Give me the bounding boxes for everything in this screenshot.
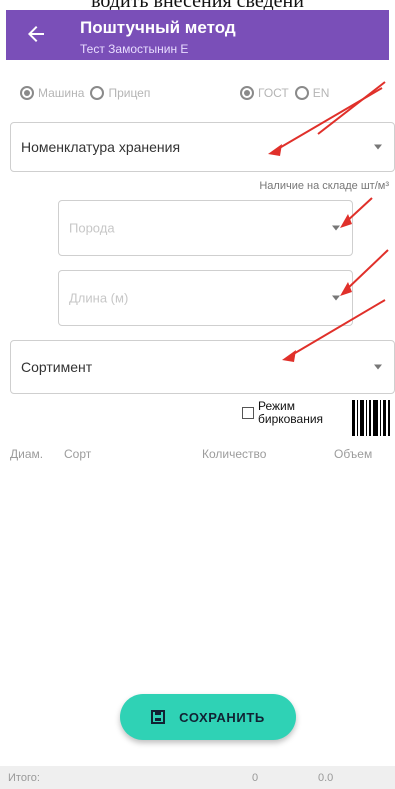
storage-nomenclature-select[interactable]: Номенклатура хранения bbox=[10, 122, 395, 172]
totals-footer: Итого: 0 0.0 bbox=[0, 766, 395, 789]
page-subtitle: Тест Замостынин Е bbox=[80, 42, 189, 56]
radio-machine-label[interactable]: Машина bbox=[38, 86, 84, 100]
totals-count: 0 bbox=[252, 772, 259, 784]
stock-availability-label: Наличие на складе шт/м³ bbox=[259, 180, 389, 192]
tagging-mode-toggle[interactable]: Режим биркования bbox=[242, 400, 323, 426]
standard-radio-group: ГОСТ EN bbox=[240, 86, 335, 100]
assortment-value: Сортимент bbox=[21, 359, 93, 375]
chevron-down-icon bbox=[374, 144, 382, 150]
radio-gost[interactable] bbox=[240, 86, 254, 100]
tagging-mode-label[interactable]: Режим биркования bbox=[258, 400, 323, 426]
radio-en-label[interactable]: EN bbox=[313, 86, 330, 100]
save-button[interactable]: СОХРАНИТЬ bbox=[120, 694, 296, 740]
radio-en[interactable] bbox=[294, 86, 309, 100]
page-title: Поштучный метод bbox=[80, 18, 236, 37]
length-placeholder: Длина (м) bbox=[69, 290, 129, 306]
radio-trailer[interactable] bbox=[90, 86, 105, 100]
save-icon bbox=[151, 710, 166, 724]
vehicle-radio-group: Машина Прицеп bbox=[20, 86, 156, 100]
chevron-down-icon bbox=[332, 225, 340, 231]
radio-gost-label[interactable]: ГОСТ bbox=[258, 86, 289, 100]
totals-label: Итого: bbox=[8, 772, 40, 784]
totals-volume: 0.0 bbox=[318, 772, 334, 784]
assortment-select[interactable]: Сортимент bbox=[10, 340, 395, 394]
app-bar: Поштучный метод Тест Замостынин Е bbox=[6, 10, 389, 60]
chevron-down-icon bbox=[374, 364, 382, 370]
species-placeholder: Порода bbox=[69, 220, 115, 236]
chevron-down-icon bbox=[332, 295, 340, 301]
column-header-volume: Объем bbox=[334, 447, 373, 461]
column-header-diameter: Диам. bbox=[10, 447, 44, 461]
tagging-mode-checkbox[interactable] bbox=[242, 407, 254, 419]
storage-nomenclature-value: Номенклатура хранения bbox=[21, 139, 181, 155]
save-button-label: СОХРАНИТЬ bbox=[179, 709, 265, 725]
column-header-grade: Сорт bbox=[64, 447, 92, 461]
cut-off-heading-text: водить внесения сведени bbox=[0, 0, 395, 10]
column-header-quantity: Количество bbox=[202, 447, 267, 461]
species-select[interactable]: Порода bbox=[58, 200, 353, 256]
barcode-scan-icon[interactable] bbox=[352, 400, 395, 436]
radio-machine[interactable] bbox=[20, 86, 34, 100]
back-arrow-icon[interactable] bbox=[24, 22, 48, 46]
radio-trailer-label[interactable]: Прицеп bbox=[108, 86, 150, 100]
length-select[interactable]: Длина (м) bbox=[58, 270, 353, 326]
annotation-arrows bbox=[268, 81, 389, 362]
